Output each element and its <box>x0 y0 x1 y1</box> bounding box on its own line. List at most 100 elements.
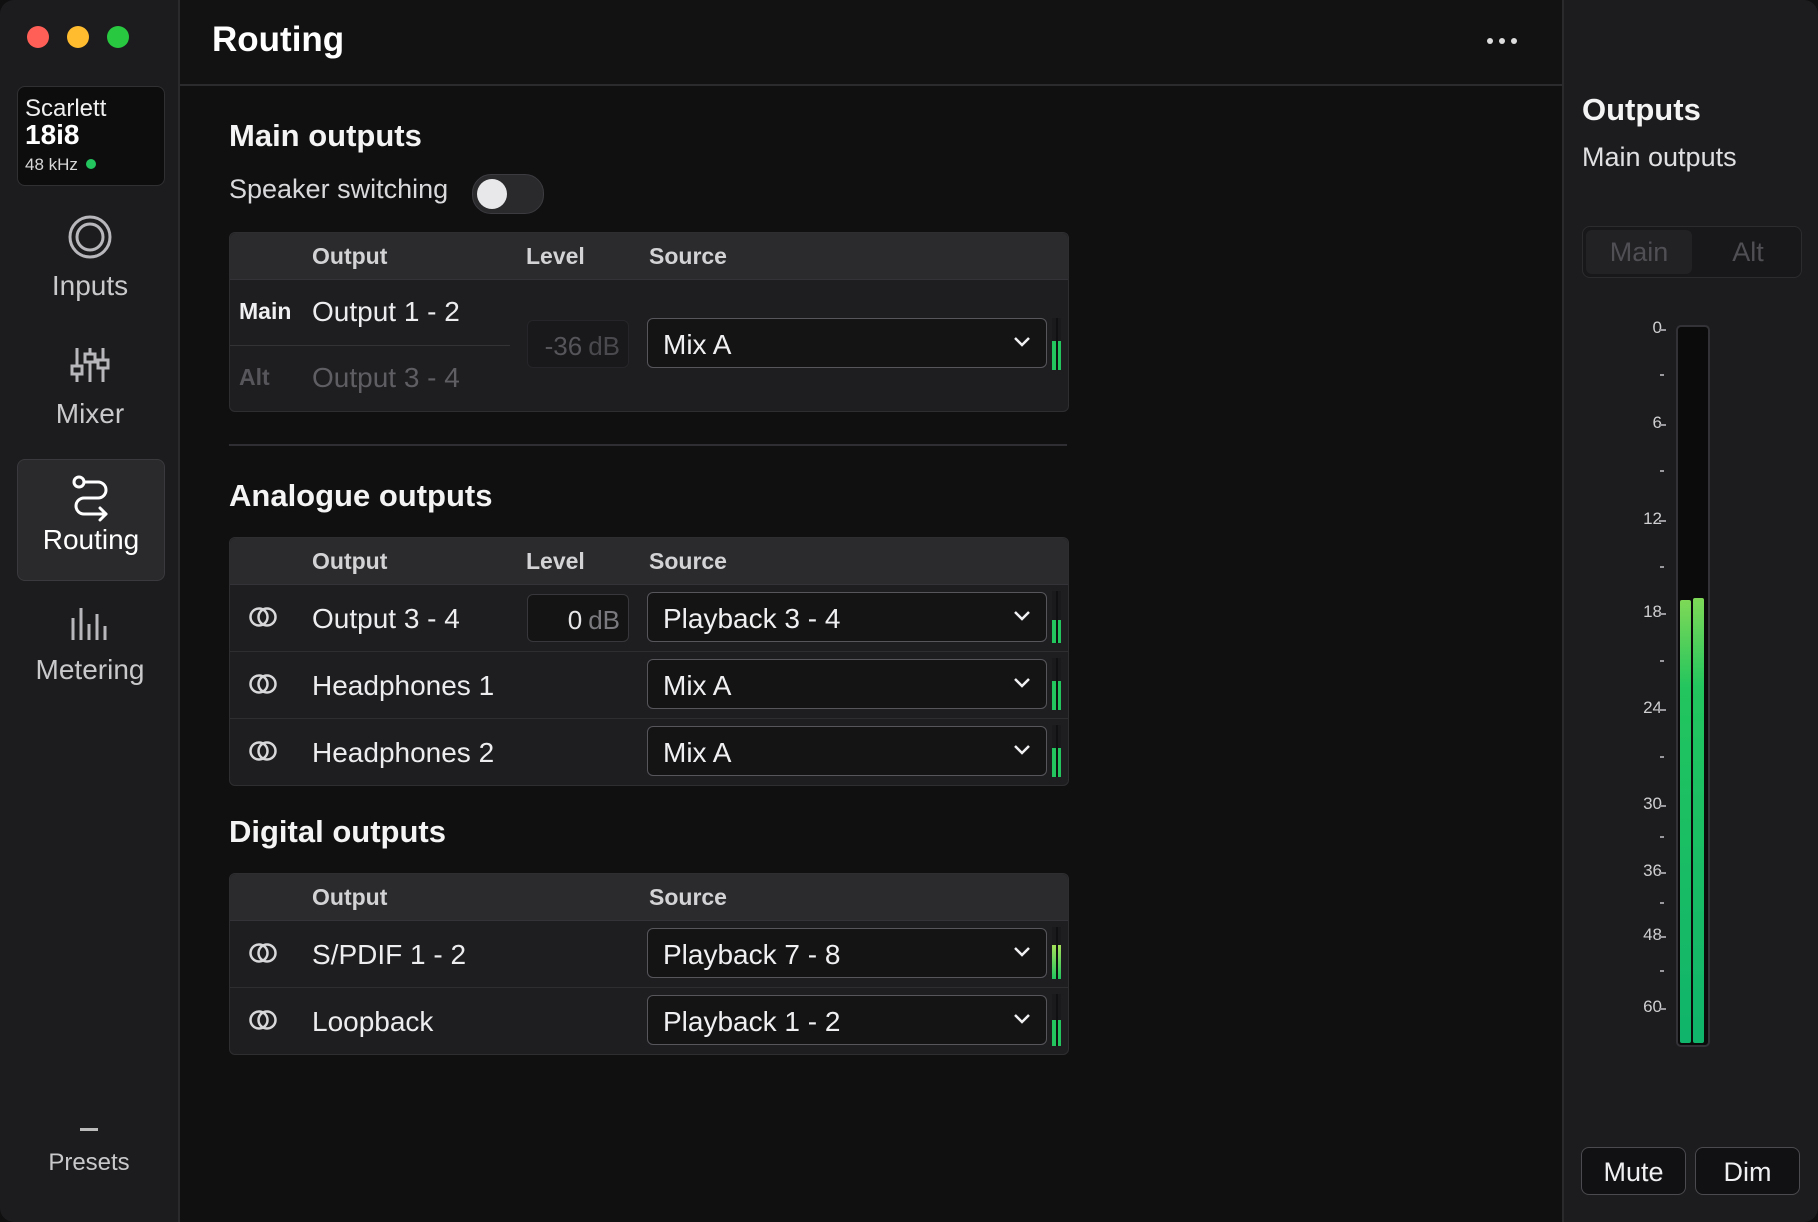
scale-label-text: 48 <box>1643 925 1662 944</box>
output-name: Output 3 - 4 <box>312 362 460 393</box>
column-header-source: Source <box>649 243 727 269</box>
routing-icon <box>72 475 108 522</box>
close-window-button[interactable] <box>27 26 49 48</box>
output-name: S/PDIF 1 - 2 <box>312 939 467 970</box>
presets-button[interactable]: Presets <box>0 1128 178 1177</box>
sidebar-item-inputs[interactable]: Inputs <box>17 212 163 332</box>
scale-label-text: 30 <box>1643 794 1662 813</box>
scale-label-text: 36 <box>1643 861 1662 880</box>
level-meter <box>1052 725 1061 777</box>
metering-icon <box>71 608 107 640</box>
chevron-down-icon <box>1014 678 1030 688</box>
scale-tick <box>1659 709 1666 711</box>
output-name: Output 1 - 2 <box>312 296 460 327</box>
stereo-link-icon[interactable] <box>248 605 278 629</box>
meter-channel-left <box>1052 658 1056 710</box>
output-name: Headphones 1 <box>312 670 495 701</box>
meter-channel-left <box>1052 725 1056 777</box>
level-input[interactable]: -36 dB <box>527 320 629 368</box>
digital-outputs-table: Output Source S/PDIF 1 - 2 Playback 7 - … <box>229 873 1069 1055</box>
tab-alt[interactable]: Alt <box>1695 227 1801 277</box>
source-value: Mix A <box>663 737 732 768</box>
level-meter <box>1052 318 1061 370</box>
stereo-link-icon[interactable] <box>248 941 278 965</box>
scale-label-text: 12 <box>1643 509 1662 528</box>
chevron-down-icon <box>1014 337 1030 347</box>
source-select[interactable]: Playback 7 - 8 <box>647 928 1047 978</box>
scale-tick <box>1659 613 1666 615</box>
table-row[interactable]: S/PDIF 1 - 2 Playback 7 - 8 <box>230 921 1068 988</box>
scale-tick <box>1660 902 1664 904</box>
device-card[interactable]: Scarlett 18i8 48 kHz <box>17 86 165 186</box>
chevron-down-icon <box>1014 611 1030 621</box>
source-select[interactable]: Mix A <box>647 726 1047 776</box>
meter-channel-left <box>1052 994 1056 1046</box>
stereo-link-icon[interactable] <box>248 739 278 763</box>
stereo-link-icon[interactable] <box>248 1008 278 1032</box>
output-name: Output 3 - 4 <box>312 603 460 634</box>
more-options-button[interactable] <box>1482 26 1522 56</box>
analogue-outputs-table: Output Level Source Output 3 - 4 0 dB Pla… <box>229 537 1069 786</box>
sidebar-item-label: Metering <box>35 654 145 685</box>
table-row[interactable]: Headphones 2 Mix A <box>230 719 1068 785</box>
dim-button[interactable]: Dim <box>1695 1147 1800 1195</box>
table-header: Output Level Source <box>230 538 1068 585</box>
table-row[interactable]: Output 3 - 4 0 dB Playback 3 - 4 <box>230 585 1068 652</box>
scale-label: 48 <box>1564 925 1668 945</box>
sidebar-item-routing[interactable]: Routing <box>17 459 165 581</box>
column-header-level: Level <box>526 548 585 574</box>
level-meter <box>1052 994 1061 1046</box>
scale-label-text: 60 <box>1643 997 1662 1016</box>
main-outputs-table: Output Level Source Main Output 1 - 2 Al… <box>229 232 1069 412</box>
meter-channel-left <box>1052 927 1056 979</box>
chevron-down-icon <box>1014 745 1030 755</box>
source-value: Mix A <box>663 670 732 701</box>
scale-tick <box>1659 936 1666 938</box>
outputs-panel: Outputs Main outputs Main Alt 0 6 12 18 … <box>1562 0 1818 1222</box>
sample-rate-text: 48 kHz <box>25 155 78 174</box>
outputs-panel-subtitle: Main outputs <box>1582 142 1737 172</box>
level-unit: dB <box>588 331 620 361</box>
sidebar-item-metering[interactable]: Metering <box>17 596 163 716</box>
main-tag: Main <box>239 298 292 324</box>
source-select[interactable]: Playback 1 - 2 <box>647 995 1047 1045</box>
column-header-output: Output <box>312 243 388 269</box>
scale-label-text: 24 <box>1643 698 1662 717</box>
more-icon-dot <box>1499 38 1505 44</box>
scale-tick <box>1659 1008 1666 1010</box>
minimize-window-button[interactable] <box>67 26 89 48</box>
column-header-output: Output <box>312 884 388 910</box>
section-divider <box>229 444 1067 446</box>
source-select[interactable]: Mix A <box>647 659 1047 709</box>
scale-tick <box>1659 805 1666 807</box>
table-header: Output Source <box>230 874 1068 921</box>
scale-label: 6 <box>1564 413 1668 433</box>
source-select[interactable]: Mix A <box>647 318 1047 368</box>
stereo-link-icon[interactable] <box>248 672 278 696</box>
source-select[interactable]: Playback 3 - 4 <box>647 592 1047 642</box>
window-controls <box>27 26 129 48</box>
chevron-down-icon <box>1014 1014 1030 1024</box>
sidebar-item-mixer[interactable]: Mixer <box>17 340 163 460</box>
meter-channel-right <box>1057 658 1061 710</box>
scale-label-text: 0 <box>1652 318 1662 337</box>
level-unit: dB <box>588 605 620 635</box>
level-input[interactable]: 0 dB <box>527 594 629 642</box>
chevron-down-icon <box>1014 947 1030 957</box>
main-outputs-body: Main Output 1 - 2 Alt Output 3 - 4 -36 dB… <box>230 280 1068 410</box>
zoom-window-button[interactable] <box>107 26 129 48</box>
scale-tick <box>1659 329 1666 331</box>
table-row[interactable]: Headphones 1 Mix A <box>230 652 1068 719</box>
toggle-knob <box>477 179 507 209</box>
output-name: Loopback <box>312 1006 434 1037</box>
speaker-switching-toggle[interactable] <box>472 174 544 214</box>
inputs-icon <box>68 215 112 259</box>
scale-label-text: 18 <box>1643 602 1662 621</box>
mute-button[interactable]: Mute <box>1581 1147 1686 1195</box>
tab-main[interactable]: Main <box>1586 230 1692 274</box>
table-row[interactable]: Loopback Playback 1 - 2 <box>230 988 1068 1054</box>
scale-tick <box>1660 470 1664 472</box>
speaker-switching-label: Speaker switching <box>229 174 449 204</box>
table-row[interactable]: Main Output 1 - 2 <box>230 280 510 346</box>
table-row[interactable]: Alt Output 3 - 4 <box>230 346 510 410</box>
